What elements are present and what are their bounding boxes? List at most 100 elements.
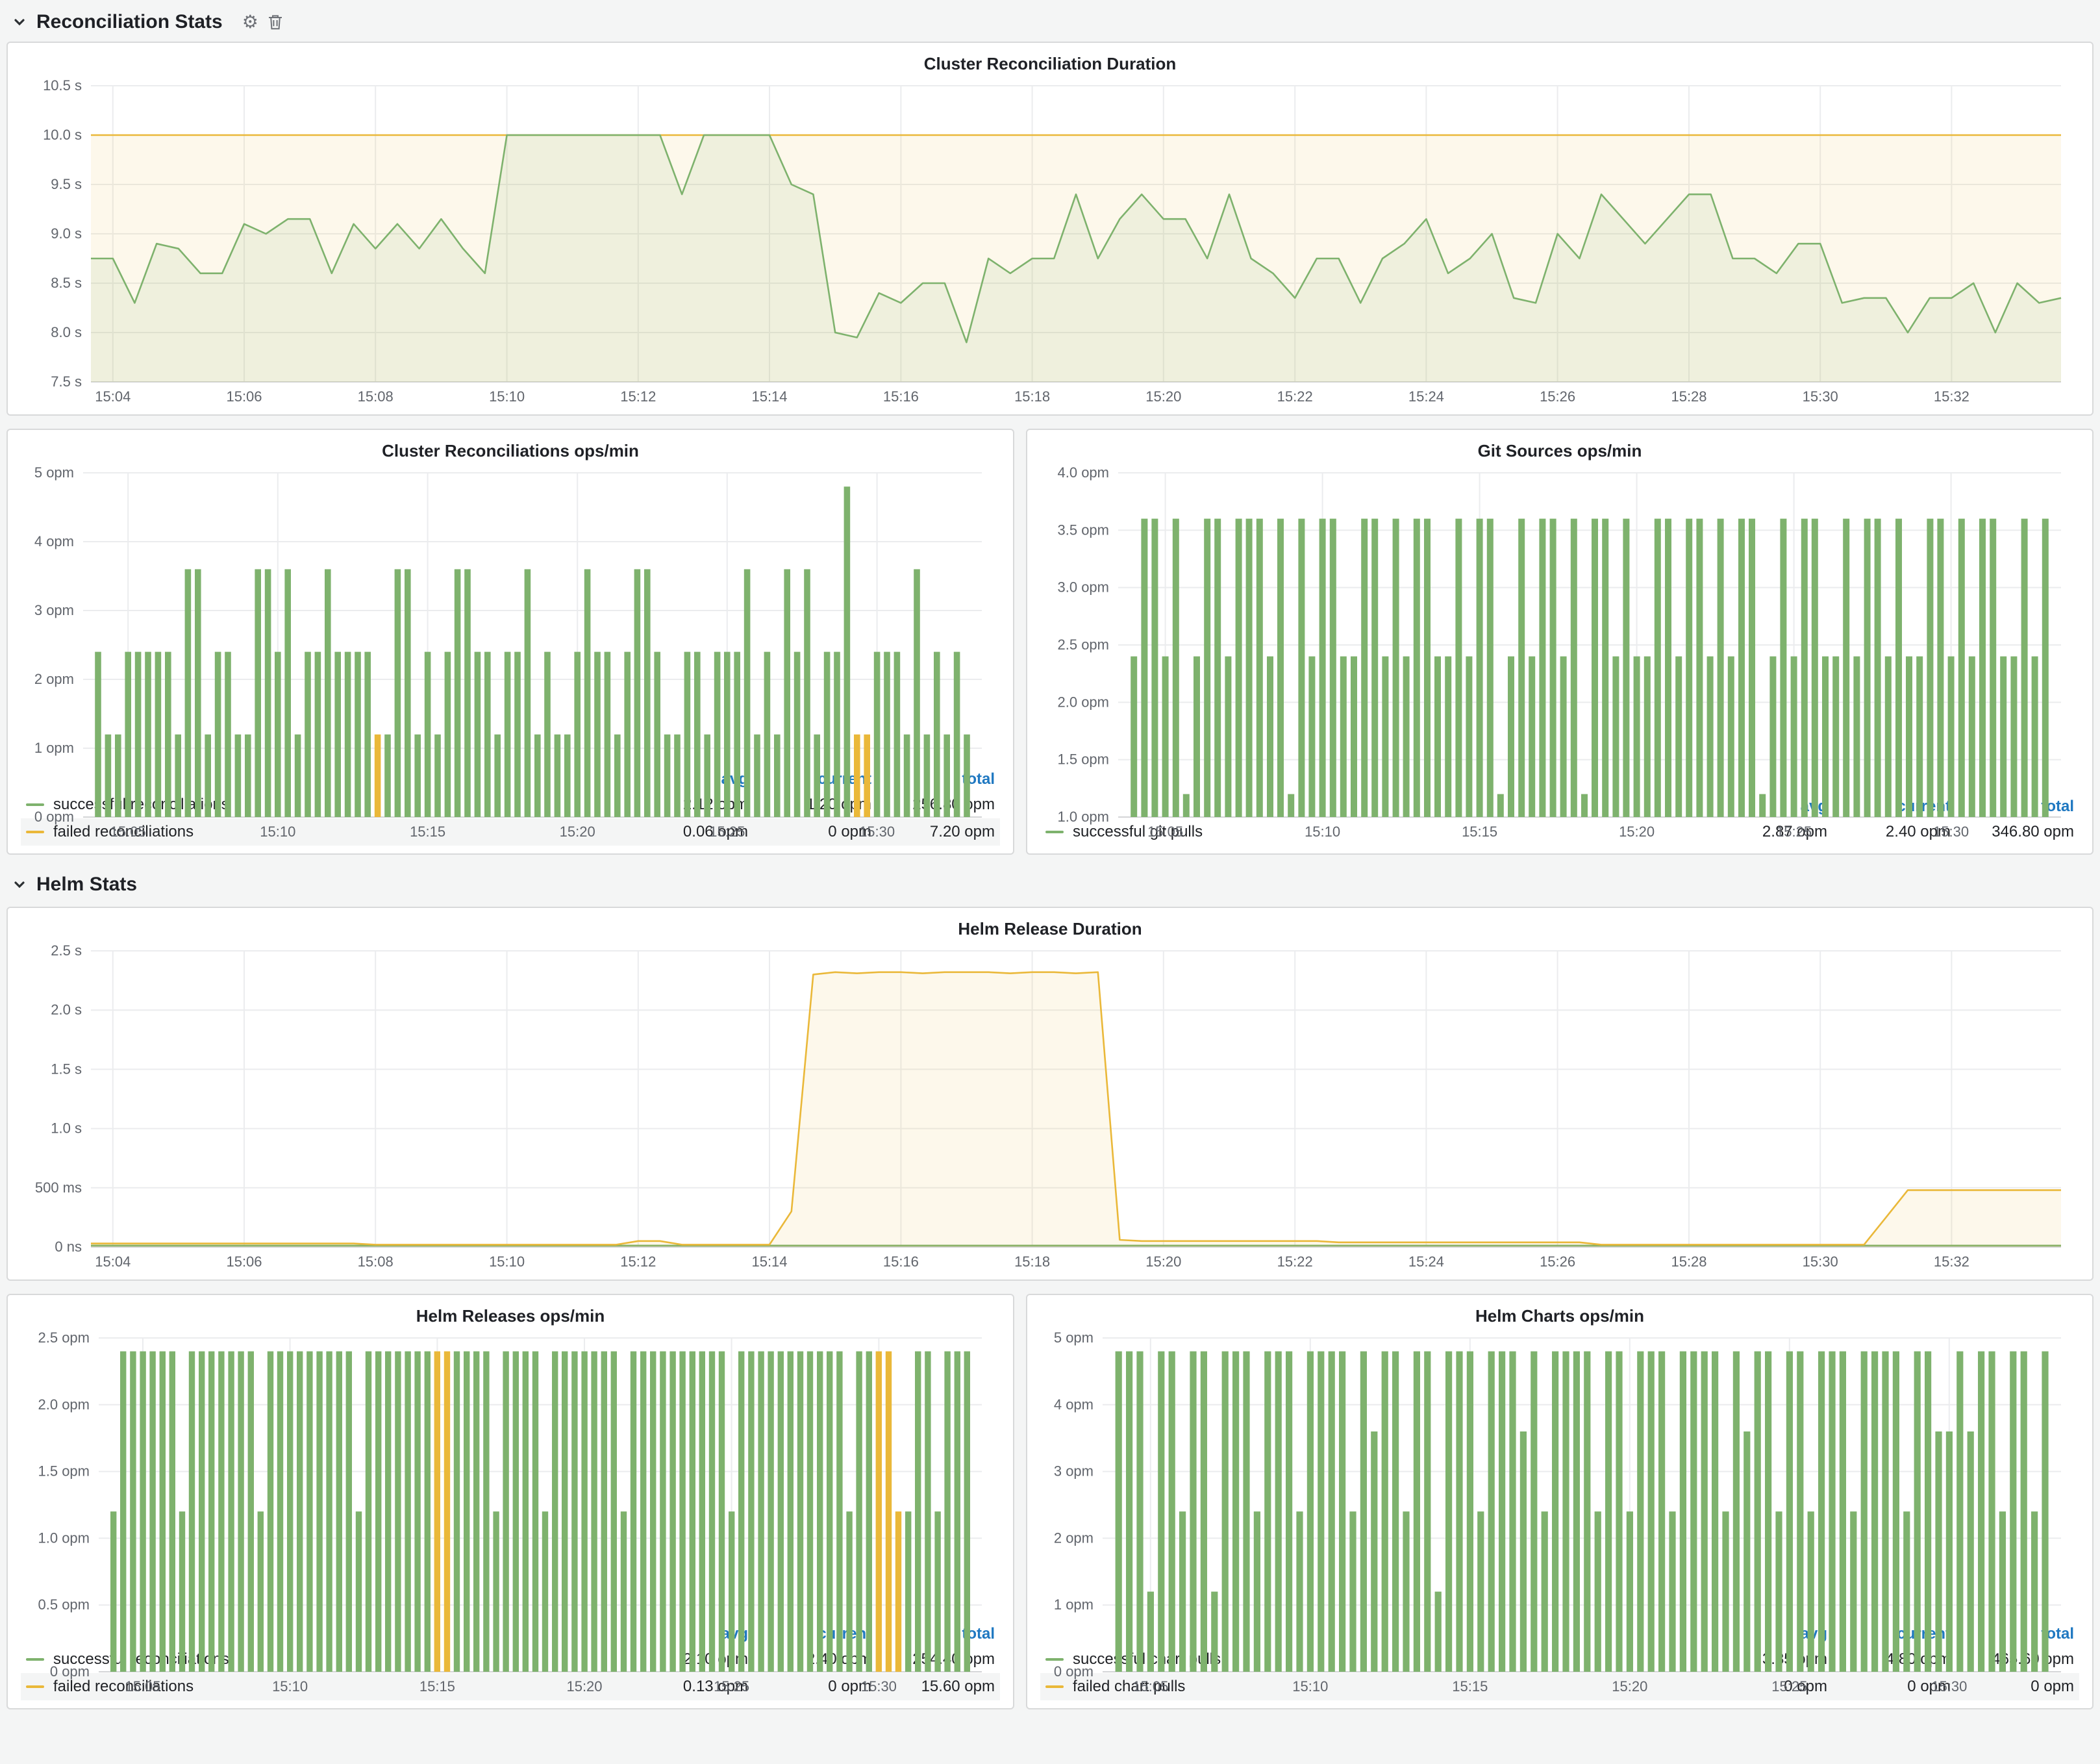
svg-text:15:18: 15:18 [1014, 1254, 1050, 1270]
svg-text:15:22: 15:22 [1277, 388, 1313, 405]
panel-title[interactable]: Helm Releases ops/min [21, 1302, 1000, 1330]
svg-text:15:15: 15:15 [1452, 1678, 1488, 1695]
svg-text:2.0 opm: 2.0 opm [1058, 694, 1110, 710]
panel-row-ops: Cluster Reconciliations ops/min 15:0515:… [6, 429, 2094, 855]
svg-text:8.0 s: 8.0 s [51, 324, 82, 340]
panel-title[interactable]: Helm Charts ops/min [1040, 1302, 2079, 1330]
svg-text:2 opm: 2 opm [34, 671, 74, 687]
cluster-reconciliations-ops-chart[interactable]: 15:0515:1015:1515:2015:2515:300 opm1 opm… [21, 465, 1000, 764]
svg-text:15:15: 15:15 [410, 824, 445, 840]
svg-text:15:15: 15:15 [419, 1678, 455, 1695]
svg-text:15:12: 15:12 [620, 1254, 656, 1270]
helm-release-duration-chart[interactable]: 15:04 15:06 15:08 15:10 15:12 15:14 15:16 15:18… [21, 943, 2079, 1272]
panel-helm-release-duration: Helm Release Duration 15:0415:0615:0815:… [6, 907, 2094, 1281]
svg-text:15:30: 15:30 [859, 824, 895, 840]
chevron-down-icon[interactable] [12, 877, 27, 892]
svg-text:15:26: 15:26 [1540, 1254, 1575, 1270]
svg-text:0 ns: 0 ns [55, 1239, 82, 1255]
panel-title[interactable]: Git Sources ops/min [1040, 436, 2079, 465]
chart-svg: 15:0515:1015:1515:2015:2515:300 opm1 opm… [21, 465, 1000, 842]
svg-text:0.5 opm: 0.5 opm [38, 1596, 90, 1613]
svg-text:15:06: 15:06 [226, 1254, 262, 1270]
svg-text:15:15: 15:15 [1462, 824, 1497, 840]
svg-text:15:06: 15:06 [226, 388, 262, 405]
svg-text:10.5 s: 10.5 s [43, 78, 82, 94]
panel-helm-releases-ops: Helm Releases ops/min 15:0515:1015:1515:… [6, 1294, 1014, 1709]
svg-text:0 opm: 0 opm [34, 809, 74, 825]
chart-svg: 15:0515:1015:1515:2015:2515:300 opm0.5 o… [21, 1330, 1000, 1696]
svg-text:15:24: 15:24 [1408, 1254, 1444, 1270]
svg-text:15:12: 15:12 [620, 388, 656, 405]
svg-text:15:14: 15:14 [751, 1254, 787, 1270]
svg-text:15:16: 15:16 [883, 388, 919, 405]
svg-text:15:10: 15:10 [489, 1254, 525, 1270]
svg-text:15:26: 15:26 [1540, 388, 1575, 405]
svg-text:500 ms: 500 ms [35, 1179, 82, 1196]
gear-icon[interactable]: ⚙ [242, 13, 258, 31]
svg-text:15:30: 15:30 [1803, 388, 1838, 405]
svg-text:5 opm: 5 opm [34, 465, 74, 481]
svg-text:15:10: 15:10 [272, 1678, 308, 1695]
panel-title[interactable]: Cluster Reconciliations ops/min [21, 436, 1000, 465]
svg-text:15:18: 15:18 [1014, 388, 1050, 405]
svg-text:15:25: 15:25 [1776, 824, 1812, 840]
svg-text:15:04: 15:04 [95, 1254, 131, 1270]
svg-text:15:20: 15:20 [1145, 388, 1181, 405]
git-sources-ops-chart[interactable]: 15:0515:1015:1515:2015:2515:301.0 opm1.5… [1040, 465, 2079, 791]
svg-text:1.5 opm: 1.5 opm [1058, 751, 1110, 768]
trash-icon[interactable] [268, 14, 283, 31]
helm-charts-ops-chart[interactable]: 15:0515:1015:1515:2015:2515:300 opm1 opm… [1040, 1330, 2079, 1619]
chart-svg: 15:0415:0615:0815:1015:1215:1415:1615:18… [21, 78, 2079, 407]
panel-row-helm-ops: Helm Releases ops/min 15:0515:1015:1515:… [6, 1294, 2094, 1709]
svg-text:15:25: 15:25 [1771, 1678, 1807, 1695]
svg-text:9.0 s: 9.0 s [51, 225, 82, 242]
svg-text:15:24: 15:24 [1408, 388, 1444, 405]
svg-text:1.5 s: 1.5 s [51, 1061, 82, 1077]
svg-text:15:30: 15:30 [1803, 1254, 1838, 1270]
section-header-reconciliation-stats: Reconciliation Stats ⚙ [6, 3, 2094, 42]
svg-text:15:20: 15:20 [560, 824, 595, 840]
svg-text:15:20: 15:20 [1145, 1254, 1181, 1270]
svg-text:15:04: 15:04 [95, 388, 131, 405]
svg-text:15:30: 15:30 [1933, 824, 1969, 840]
section-title[interactable]: Helm Stats [36, 874, 137, 896]
svg-text:4 opm: 4 opm [1054, 1396, 1094, 1413]
panel-title[interactable]: Helm Release Duration [21, 914, 2079, 943]
chart-svg: 15:04 15:06 15:08 15:10 15:12 15:14 15:16 15:18… [21, 943, 2079, 1272]
chart-svg: 15:0515:1015:1515:2015:2515:300 opm1 opm… [1040, 1330, 2079, 1696]
svg-text:4 opm: 4 opm [34, 533, 74, 549]
svg-text:2.5 s: 2.5 s [51, 943, 82, 959]
svg-text:5 opm: 5 opm [1054, 1330, 1094, 1346]
svg-text:15:05: 15:05 [110, 824, 146, 840]
svg-text:15:20: 15:20 [566, 1678, 602, 1695]
svg-text:15:10: 15:10 [1305, 824, 1340, 840]
svg-text:15:10: 15:10 [260, 824, 295, 840]
svg-text:15:05: 15:05 [125, 1678, 160, 1695]
svg-text:1.0 opm: 1.0 opm [1058, 809, 1110, 825]
svg-text:15:30: 15:30 [861, 1678, 897, 1695]
panel-cluster-reconciliations-ops: Cluster Reconciliations ops/min 15:0515:… [6, 429, 1014, 855]
cluster-reconciliation-duration-chart[interactable]: 15:0415:0615:0815:1015:1215:1415:1615:18… [21, 78, 2079, 407]
svg-text:1.5 opm: 1.5 opm [38, 1463, 90, 1480]
svg-text:1.0 opm: 1.0 opm [38, 1530, 90, 1546]
svg-text:2.0 s: 2.0 s [51, 1002, 82, 1018]
svg-text:3 opm: 3 opm [34, 602, 74, 618]
svg-text:15:20: 15:20 [1619, 824, 1655, 840]
panel-title[interactable]: Cluster Reconciliation Duration [21, 49, 2079, 78]
svg-text:15:16: 15:16 [883, 1254, 919, 1270]
svg-text:8.5 s: 8.5 s [51, 275, 82, 291]
svg-text:15:05: 15:05 [1132, 1678, 1168, 1695]
svg-text:15:14: 15:14 [751, 388, 787, 405]
svg-text:15:28: 15:28 [1671, 388, 1706, 405]
svg-text:10.0 s: 10.0 s [43, 127, 82, 143]
helm-releases-ops-chart[interactable]: 15:0515:1015:1515:2015:2515:300 opm0.5 o… [21, 1330, 1000, 1619]
svg-text:9.5 s: 9.5 s [51, 176, 82, 192]
section-title[interactable]: Reconciliation Stats [36, 11, 223, 33]
chevron-down-icon[interactable] [12, 14, 27, 30]
section-header-helm-stats: Helm Stats [6, 865, 2094, 904]
svg-text:15:28: 15:28 [1671, 1254, 1706, 1270]
svg-text:3.5 opm: 3.5 opm [1058, 522, 1110, 538]
svg-text:4.0 opm: 4.0 opm [1058, 465, 1110, 481]
svg-text:15:08: 15:08 [358, 1254, 394, 1270]
svg-text:1 opm: 1 opm [34, 740, 74, 756]
